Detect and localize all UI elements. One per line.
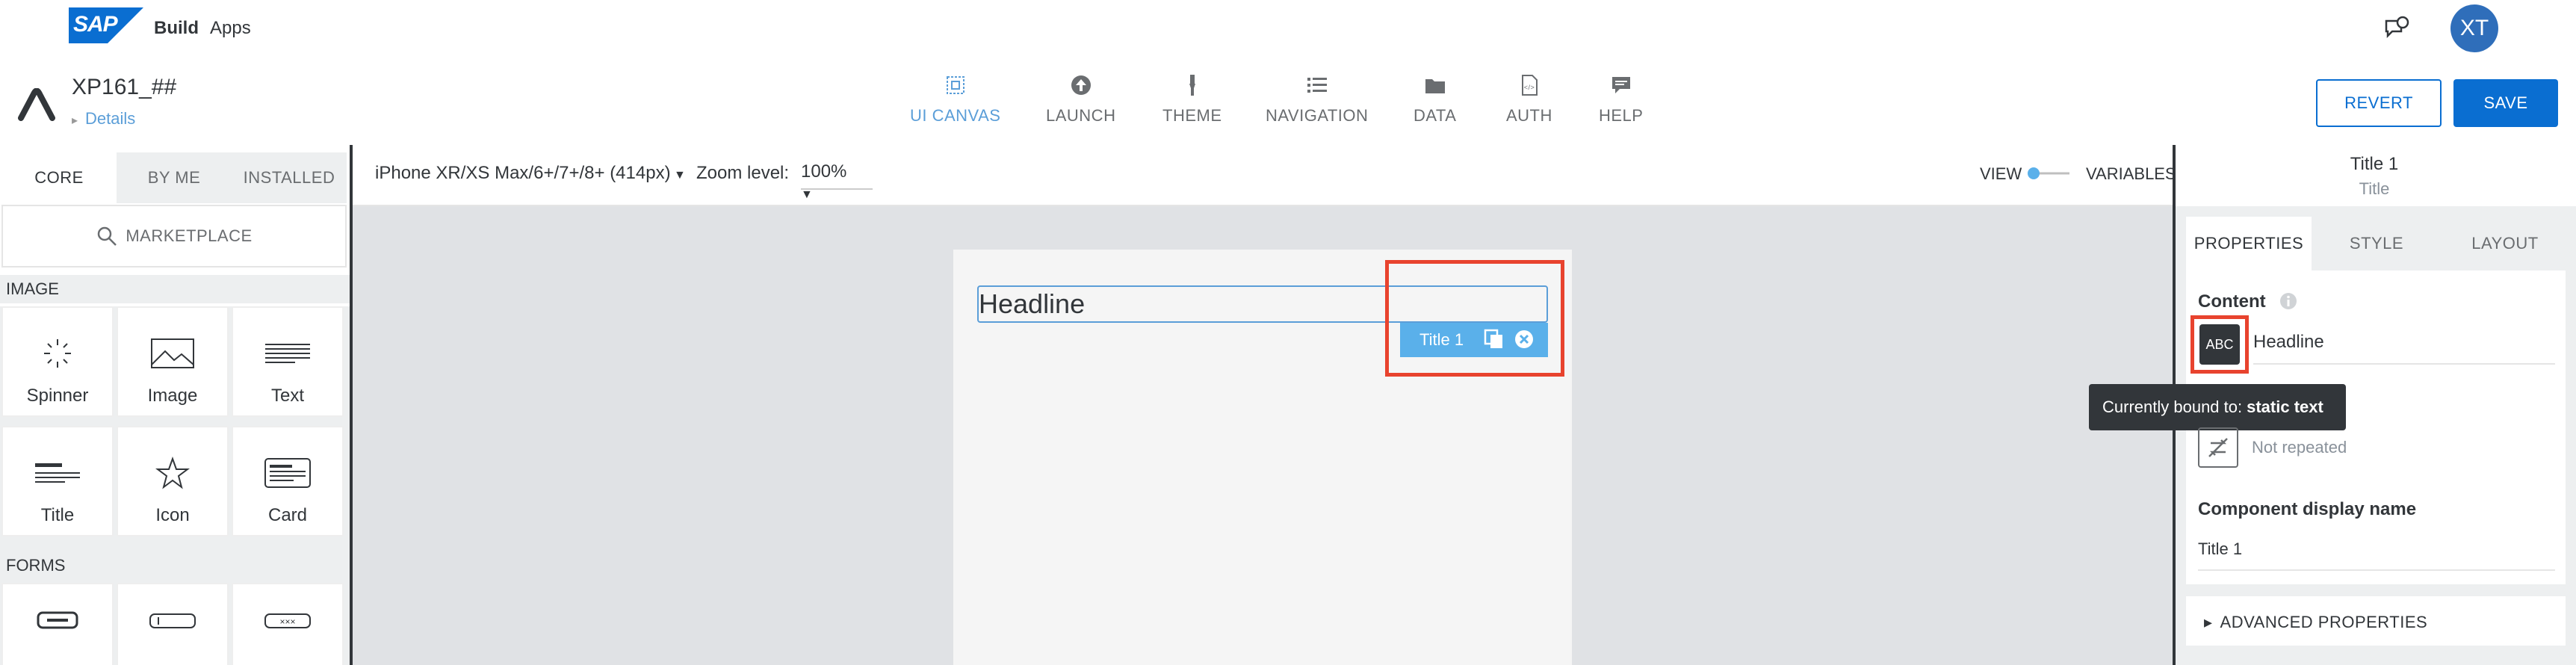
navigation-icon — [1307, 78, 1327, 93]
card-icon — [264, 458, 311, 488]
star-icon — [155, 457, 190, 489]
highlight-annotation-binding — [2190, 315, 2249, 374]
spinner-icon — [44, 339, 71, 368]
section-forms: FORMS — [0, 551, 350, 580]
password-icon: ××× — [264, 613, 311, 628]
component-icon[interactable]: Icon — [117, 426, 229, 536]
component-password[interactable]: ××× — [232, 583, 344, 665]
avatar[interactable]: XT — [2450, 4, 2498, 52]
launch-icon — [1071, 75, 1091, 95]
view-variables-toggle[interactable] — [2026, 166, 2072, 181]
tab-core[interactable]: CORE — [1, 152, 117, 203]
content-value[interactable]: Headline — [2253, 332, 2324, 353]
headline-text[interactable]: Headline — [979, 288, 1085, 320]
tab-style[interactable]: STYLE — [2312, 217, 2442, 270]
tab-properties[interactable]: PROPERTIES — [2186, 217, 2312, 270]
brand-build: Build — [154, 18, 199, 38]
selected-component-type: Title — [2359, 179, 2390, 198]
button-icon — [37, 611, 78, 629]
highlight-annotation-canvas — [1385, 260, 1564, 377]
tab-by-me[interactable]: BY ME — [117, 152, 232, 203]
details-link[interactable]: Details — [72, 109, 135, 129]
tab-data[interactable]: DATA — [1414, 73, 1456, 133]
project-name: XP161_## — [72, 75, 177, 99]
advanced-properties-toggle[interactable]: ADVANCED PROPERTIES — [2204, 613, 2427, 632]
selected-component-title: Title 1 — [2350, 154, 2399, 174]
input-icon — [149, 613, 196, 628]
info-icon[interactable] — [2279, 291, 2298, 311]
data-icon — [1425, 79, 1445, 93]
brand-apps: Apps — [210, 18, 251, 38]
text-icon — [265, 344, 310, 363]
component-text[interactable]: Text — [232, 306, 344, 417]
tab-launch[interactable]: LAUNCH — [1046, 73, 1115, 133]
repeat-icon — [2208, 438, 2228, 457]
theme-icon — [1189, 75, 1195, 96]
tab-help[interactable]: HELP — [1599, 73, 1643, 133]
feedback-icon[interactable] — [2383, 15, 2410, 42]
zoom-label: Zoom level: — [696, 163, 790, 183]
content-label: Content — [2198, 291, 2266, 312]
shell-bar — [0, 0, 2576, 58]
svg-text:</>: </> — [1524, 84, 1535, 91]
repeat-binding-button[interactable] — [2198, 427, 2238, 468]
tab-installed[interactable]: INSTALLED — [232, 152, 347, 203]
image-icon — [151, 338, 194, 368]
component-input[interactable] — [117, 583, 229, 665]
svg-text:×××: ××× — [279, 616, 295, 627]
help-icon — [1611, 77, 1630, 93]
component-card[interactable]: Card — [232, 426, 344, 536]
zoom-select[interactable]: 100% — [801, 157, 873, 190]
component-title[interactable]: Title — [1, 426, 114, 536]
content-underline — [2253, 363, 2555, 365]
revert-button[interactable]: REVERT — [2316, 79, 2442, 127]
search-icon — [98, 226, 117, 246]
component-image[interactable]: Image — [117, 306, 229, 417]
tab-navigation[interactable]: NAVIGATION — [1266, 73, 1368, 133]
ui-canvas-icon — [946, 76, 965, 94]
tab-theme[interactable]: THEME — [1162, 73, 1222, 133]
binding-tooltip: Currently bound to: static text — [2089, 384, 2346, 430]
title-icon — [35, 463, 80, 483]
component-spinner[interactable]: Spinner — [1, 306, 114, 417]
marketplace-button[interactable]: MARKETPLACE — [1, 205, 347, 267]
variables-label: VARIABLES — [2086, 164, 2176, 183]
tab-layout[interactable]: LAYOUT — [2442, 217, 2569, 270]
display-name-label: Component display name — [2198, 499, 2417, 519]
component-button[interactable] — [1, 583, 114, 665]
tab-auth[interactable]: </> AUTH — [1506, 73, 1552, 133]
repeat-value: Not repeated — [2252, 438, 2347, 457]
display-name-underline — [2198, 569, 2555, 571]
display-name-input[interactable]: Title 1 — [2198, 539, 2242, 559]
view-label: VIEW — [1980, 164, 2022, 183]
auth-icon: </> — [1521, 75, 1538, 96]
app-logo-icon — [18, 88, 55, 121]
tab-ui-canvas[interactable]: UI CANVAS — [910, 73, 1000, 133]
device-select[interactable]: iPhone XR/XS Max/6+/7+/8+ (414px) — [375, 163, 686, 184]
section-image: IMAGE — [0, 275, 350, 303]
save-button[interactable]: SAVE — [2453, 79, 2558, 127]
